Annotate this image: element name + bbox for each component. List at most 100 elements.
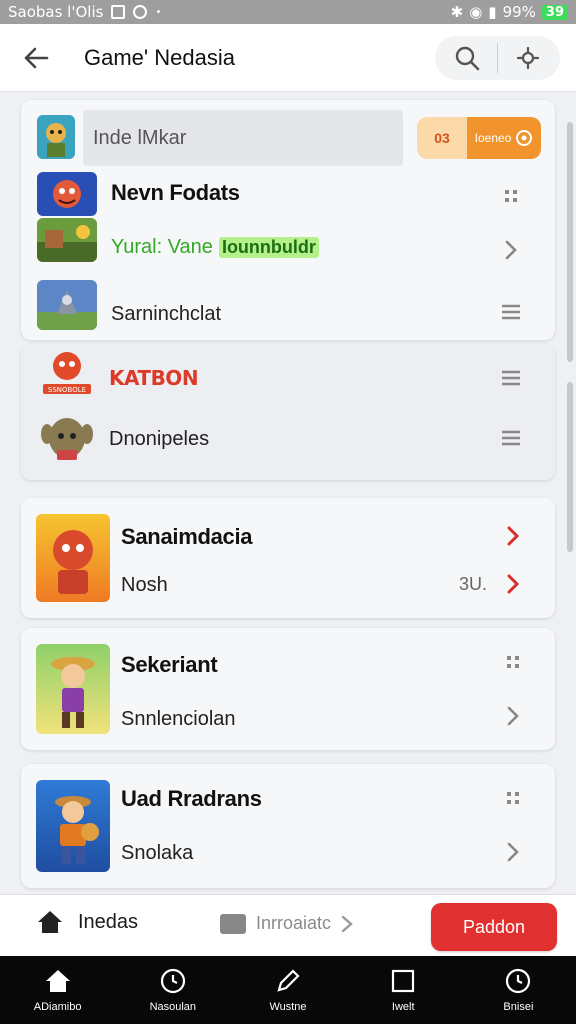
nav-item-overview[interactable]: Iwelt	[346, 956, 461, 1024]
game-subtitle: Snolaka	[121, 842, 194, 864]
nav-item-recent[interactable]: Nasoulan	[115, 956, 230, 1024]
game-thumbnail[interactable]	[37, 280, 97, 330]
chevron-right-icon	[341, 915, 353, 932]
drag-handle[interactable]	[499, 648, 527, 676]
grip-icon	[507, 656, 519, 668]
game-thumbnail[interactable]	[37, 218, 97, 262]
divider	[497, 42, 498, 73]
row-subtitle-text: Yural: Vane	[111, 236, 213, 258]
row-menu-button[interactable]	[497, 364, 525, 392]
row-chevron-button[interactable]	[497, 236, 525, 264]
target-icon	[516, 130, 533, 146]
game-thumbnail[interactable]	[36, 780, 110, 872]
menu-icon	[502, 304, 520, 320]
row-chevron-button[interactable]	[499, 570, 527, 598]
nav-item-home[interactable]: ADiamibo	[0, 956, 115, 1024]
game-title: Sanaimdacia	[121, 524, 253, 549]
pencil-icon	[277, 969, 300, 992]
nav-label: Iwelt	[391, 1001, 415, 1013]
chevron-right-icon	[507, 706, 519, 726]
content-scroll[interactable]: Inde lMkar 03 Ioeneo Nevn Fodats Yural: …	[0, 92, 576, 894]
settings-button[interactable]	[506, 36, 550, 80]
back-arrow-icon	[24, 47, 49, 68]
status-left: Saobas l'Olis •	[8, 3, 161, 21]
second-card: SSNOBOLE KATBON Dnonipeles	[21, 344, 555, 480]
nav-item-edit[interactable]: Wustne	[230, 956, 345, 1024]
game-thumbnail[interactable]	[39, 408, 95, 464]
row-subtitle: Sarninchclat	[111, 303, 222, 325]
menu-icon	[502, 370, 520, 386]
drag-handle[interactable]	[499, 784, 527, 812]
grip-icon	[505, 190, 517, 202]
game-thumbnail[interactable]	[36, 644, 110, 734]
sync-icon	[133, 5, 148, 19]
gear-icon	[516, 46, 540, 69]
row-subtitle: Yural: Vane Iounnbuldr	[111, 236, 319, 259]
drag-handle[interactable]	[497, 182, 525, 210]
status-bar: Saobas l'Olis • ✱ ◉ ▮ 99% 39	[0, 0, 576, 24]
row-title: Nevn Fodats	[111, 180, 240, 205]
row-menu-button[interactable]	[497, 298, 525, 326]
clock-icon	[160, 968, 185, 994]
signal-icon: ▮	[488, 3, 497, 21]
dot-icon: •	[155, 6, 162, 18]
game-logo[interactable]: SSNOBOLE	[39, 348, 95, 396]
status-badge: Iounnbuldr	[218, 237, 319, 258]
orange-button-label: Ioeneo	[474, 131, 512, 145]
menu-icon	[502, 430, 520, 446]
top-card: Inde lMkar 03 Ioeneo Nevn Fodats Yural: …	[21, 100, 555, 340]
secondary-link[interactable]: Inrroaiatc	[220, 913, 353, 934]
nav-label: Bnisei	[503, 1001, 534, 1013]
row-chevron-button[interactable]	[499, 838, 527, 866]
chevron-right-icon	[507, 526, 520, 546]
game-thumbnail[interactable]	[36, 514, 110, 602]
chevron-right-icon	[507, 574, 520, 594]
wifi-icon: ◉	[469, 3, 483, 21]
row-menu-button[interactable]	[497, 424, 525, 452]
game-card[interactable]: Uad Rradrans Snolaka	[21, 764, 555, 888]
nav-label: ADiamibo	[33, 1001, 82, 1013]
back-button[interactable]	[16, 38, 56, 78]
game-card[interactable]: Sekeriant Snnlenciolan	[21, 628, 555, 750]
logo-caption: SSNOBOLE	[48, 386, 86, 394]
clock-icon	[506, 968, 531, 994]
bluetooth-icon: ✱	[450, 3, 464, 21]
home-icon	[38, 911, 62, 933]
status-right: ✱ ◉ ▮ 99% 39	[451, 3, 568, 21]
nav-item-history[interactable]: Bnisei	[461, 956, 576, 1024]
orange-button-left: 03	[417, 117, 467, 159]
row-chevron-button[interactable]	[499, 522, 527, 550]
secondary-label: Inrroaiatc	[256, 913, 332, 933]
search-input[interactable]: Inde lMkar	[83, 110, 403, 166]
search-icon	[455, 46, 480, 70]
gamepad-icon	[220, 913, 246, 934]
game-thumbnail[interactable]	[37, 172, 97, 216]
chevron-right-icon	[507, 842, 519, 862]
game-subtitle: Nosh	[121, 574, 168, 596]
scrollbar[interactable]	[567, 122, 573, 362]
home-label: Inedas	[78, 910, 139, 933]
battery-icon: 39	[541, 4, 568, 20]
row-chevron-button[interactable]	[499, 702, 527, 730]
nav-label: Wustne	[269, 1001, 307, 1013]
grip-icon	[507, 792, 519, 804]
bottom-nav: ADiamibo Nasoulan Wustne Iwelt Bnisei	[0, 956, 576, 1024]
game-meta: 3U.	[459, 574, 488, 594]
search-button[interactable]	[445, 36, 489, 80]
logo-text: KATBON	[109, 366, 199, 390]
game-subtitle: Snnlenciolan	[121, 708, 236, 730]
game-title: Sekeriant	[121, 652, 218, 677]
orange-action-button[interactable]: 03 Ioeneo	[417, 117, 541, 159]
page-title: Game' Nedasia	[84, 44, 235, 70]
game-card[interactable]: Sanaimdacia Nosh 3U.	[21, 498, 555, 618]
scrollbar[interactable]	[567, 382, 573, 552]
home-button[interactable]: Inedas	[36, 909, 138, 935]
bottom-action-bar: Inedas Inrroaiatc Paddon	[0, 894, 576, 956]
home-icon	[45, 970, 70, 992]
orange-button-right: Ioeneo	[467, 117, 541, 159]
app-bar: Game' Nedasia	[0, 24, 576, 92]
game-title: Uad Rradrans	[121, 786, 262, 811]
primary-button[interactable]: Paddon	[431, 903, 557, 951]
row-subtitle: Dnonipeles	[109, 428, 210, 450]
game-thumbnail[interactable]	[37, 115, 75, 159]
